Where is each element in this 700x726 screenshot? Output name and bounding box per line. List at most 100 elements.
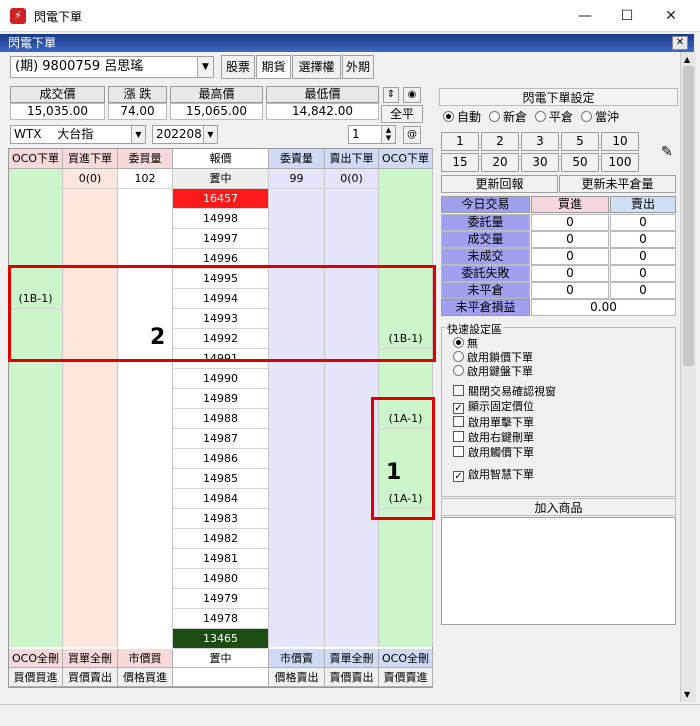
month-value: 202208 (156, 127, 202, 141)
product-select[interactable]: WTX 大台指 ▼ (10, 125, 146, 144)
quick-radio-0[interactable]: 無 (453, 337, 478, 351)
up-down-icon[interactable]: ⇕ (383, 87, 399, 103)
checkbox-4[interactable]: 啟用觸價下單 (453, 446, 534, 460)
ladder-footer2-3[interactable] (173, 668, 269, 687)
ladder-footer-1[interactable]: 買單全刪 (63, 649, 118, 668)
ladder-cell: 14980 (173, 569, 269, 589)
ladder-header-4: 委賣量 (269, 149, 325, 169)
chevron-down-icon[interactable]: ▼ (684, 690, 690, 699)
qty-button-10[interactable]: 10 (601, 132, 639, 151)
ladder-cell: 13465 (173, 629, 269, 649)
chevron-down-icon[interactable]: ▼ (197, 57, 213, 77)
ladder-cell: 14987 (173, 429, 269, 449)
radio-icon[interactable] (581, 111, 593, 122)
mode-radio-0[interactable]: 自動 (443, 110, 481, 124)
radio-icon[interactable] (443, 111, 454, 122)
inner-close-button[interactable]: ✕ (672, 36, 688, 50)
checkbox-icon[interactable]: ✓ (453, 471, 464, 482)
radio-icon[interactable] (453, 365, 464, 376)
checkbox-label: 啟用觸價下單 (468, 446, 534, 459)
tab-2[interactable]: 選擇權 (292, 55, 341, 79)
pnl-value: 0.00 (531, 299, 676, 316)
checkbox-icon[interactable] (453, 446, 464, 457)
qty-button-50[interactable]: 50 (561, 153, 599, 172)
checkbox-3[interactable]: 啟用右鍵刪單 (453, 431, 534, 445)
ladder-cell: 置中 (173, 169, 269, 189)
close-button[interactable]: ✕ (648, 0, 694, 32)
qty-button-20[interactable]: 20 (481, 153, 519, 172)
checkbox-5[interactable]: ✓ 啟用智慧下單 (453, 468, 534, 482)
month-select[interactable]: 202208 ▼ (152, 125, 218, 144)
ladder-footer2-1[interactable]: 買價賣出 (63, 668, 118, 687)
ladder-footer-2[interactable]: 市價買 (118, 649, 173, 668)
qty-button-2[interactable]: 2 (481, 132, 519, 151)
ladder-cell[interactable]: 0(0) (325, 169, 379, 189)
trade-table-cell: 未平倉 (441, 282, 530, 299)
mode-radios: 自動 新倉 平倉 當沖 (443, 108, 678, 126)
mode-radio-1[interactable]: 新倉 (489, 110, 527, 124)
ladder-cell[interactable]: 102 (118, 169, 173, 189)
quick-radio-2[interactable]: 啟用鍵盤下單 (453, 365, 533, 379)
qty-button-15[interactable]: 15 (441, 153, 479, 172)
ladder-footer2-6[interactable]: 賣價賣進 (379, 668, 433, 687)
maximize-button[interactable]: ☐ (604, 0, 650, 32)
tab-0[interactable]: 股票 (221, 55, 255, 79)
ladder-cell[interactable]: 99 (269, 169, 325, 189)
pencil-icon[interactable]: ✎ (661, 144, 673, 160)
trade-table-cell: 0 (610, 265, 676, 282)
minimize-button[interactable]: — (562, 0, 608, 32)
qty-button-100[interactable]: 100 (601, 153, 639, 172)
ladder-header-6: OCO下單 (379, 149, 433, 169)
checkbox-0[interactable]: 關閉交易確認視窗 (453, 385, 556, 399)
checkbox-icon[interactable]: ✓ (453, 403, 464, 414)
ladder-cell: 14988 (173, 409, 269, 429)
qty-button-1[interactable]: 1 (441, 132, 479, 151)
spinner-icon[interactable]: ▲ ▼ (381, 126, 395, 143)
ladder-footer2-0[interactable]: 買價買進 (9, 668, 63, 687)
ladder-footer-3[interactable]: 置中 (173, 649, 269, 668)
mode-radio-3[interactable]: 當沖 (581, 110, 619, 124)
qty-button-5[interactable]: 5 (561, 132, 599, 151)
checkbox-1[interactable]: ✓ 顯示固定價位 (453, 400, 534, 414)
pnl-label: 未平倉損益 (441, 299, 530, 316)
chevron-down-icon[interactable]: ▼ (203, 126, 217, 143)
chevron-down-icon[interactable]: ▼ (131, 126, 145, 143)
tab-3[interactable]: 外期 (342, 55, 374, 79)
checkbox-icon[interactable] (453, 431, 464, 442)
refresh-unfilled-button[interactable]: 更新未平倉量 (559, 175, 676, 193)
tab-1[interactable]: 期貨 (256, 55, 291, 79)
radio-icon[interactable] (453, 351, 464, 362)
vertical-scrollbar[interactable]: ▲ ▼ (680, 52, 696, 702)
scrollbar-thumb[interactable] (683, 66, 694, 366)
qty-button-3[interactable]: 3 (521, 132, 559, 151)
ladder-footer2-4[interactable]: 價格賣出 (269, 668, 325, 687)
ladder-footer2-5[interactable]: 賣價賣出 (325, 668, 379, 687)
trade-table-cell: 0 (531, 265, 609, 282)
chevron-up-icon[interactable]: ▲ (684, 55, 690, 64)
ladder-footer-6[interactable]: OCO全刪 (379, 649, 433, 668)
checkbox-2[interactable]: 啟用單擊下單 (453, 416, 534, 430)
radio-icon[interactable] (489, 111, 501, 122)
price-ladder: OCO下單 買進下單 委買量 報價 委賣量 賣出下單 OCO下單 0(0) 102 置中 99 0(0… (8, 148, 433, 688)
refresh-report-button[interactable]: 更新回報 (441, 175, 558, 193)
full-flat-button[interactable]: 全平 (381, 105, 423, 123)
ladder-footer-5[interactable]: 賣單全刪 (325, 649, 379, 668)
ladder-footer2-2[interactable]: 價格買進 (118, 668, 173, 687)
ladder-cell[interactable]: 0(0) (63, 169, 118, 189)
checkbox-icon[interactable] (453, 416, 464, 427)
radio-icon[interactable] (535, 111, 547, 122)
quick-radio-1[interactable]: 啟用鎖價下單 (453, 351, 533, 365)
settings-icon[interactable]: @ (403, 126, 421, 144)
account-select[interactable]: (期) 9800759 呂思瑤 ▼ (10, 56, 214, 78)
add-product-list[interactable] (441, 517, 676, 625)
mode-radio-2[interactable]: 平倉 (535, 110, 573, 124)
checkbox-icon[interactable] (453, 385, 464, 396)
ladder-cell: 14978 (173, 609, 269, 629)
eye-icon[interactable]: ◉ (403, 87, 421, 103)
radio-icon[interactable] (453, 337, 464, 348)
quantity-stepper[interactable]: 1 ▲ ▼ (348, 125, 396, 144)
ladder-footer-4[interactable]: 市價賣 (269, 649, 325, 668)
trade-table-cell: 0 (610, 231, 676, 248)
ladder-footer-0[interactable]: OCO全刪 (9, 649, 63, 668)
qty-button-30[interactable]: 30 (521, 153, 559, 172)
